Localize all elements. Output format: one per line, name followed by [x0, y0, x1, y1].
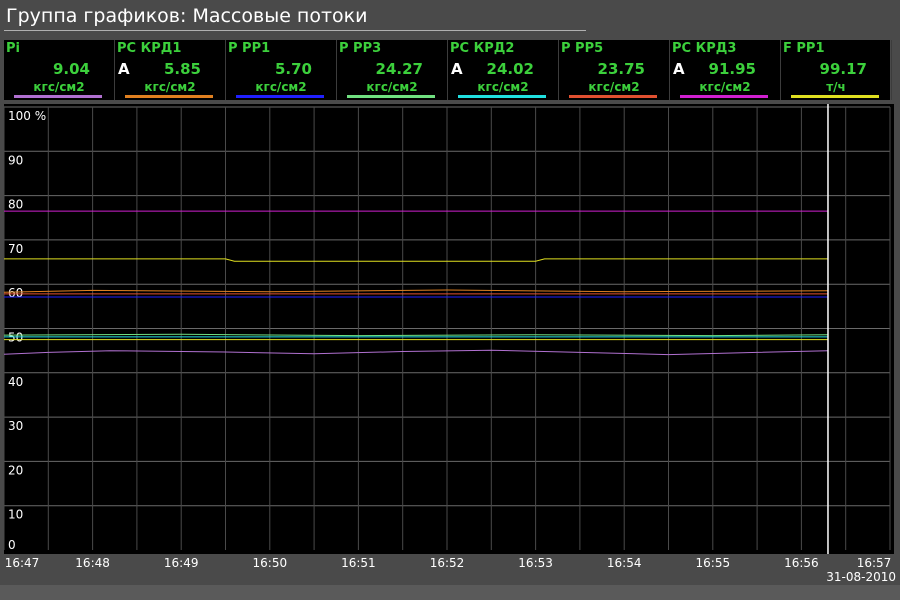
y-tick-label: 30 — [8, 419, 23, 433]
tile-name: F PP1 — [783, 41, 825, 56]
y-tick-label: 80 — [8, 198, 23, 212]
tile-name: P PP5 — [561, 41, 604, 56]
x-tick-label: 16:52 — [429, 556, 465, 570]
tile-color-swatch — [458, 95, 546, 98]
series-line — [4, 349, 829, 356]
date-label: 31-08-2010 — [826, 570, 896, 584]
tile-value: 24.27 — [375, 60, 423, 78]
x-tick-label: 16:47 — [4, 556, 40, 570]
tile-mode: A — [451, 60, 463, 78]
window-title: Группа графиков: Массовые потоки — [6, 5, 368, 27]
tile-name: Pi — [6, 41, 20, 56]
trend-chart[interactable]: 100 % 90 80 70 60 50 40 30 20 10 0 — [4, 104, 894, 554]
tile-unit: кгс/см2 — [255, 80, 307, 94]
tile-mode: A — [118, 60, 130, 78]
tile-color-swatch — [569, 95, 657, 98]
title-underline — [4, 30, 586, 31]
parameter-tile[interactable]: P PP5 23.75 кгс/см2 — [559, 40, 670, 100]
tile-unit: кгс/см2 — [33, 80, 85, 94]
y-tick-label: 70 — [8, 242, 23, 256]
x-tick-label: 16:55 — [695, 556, 731, 570]
series-line — [4, 333, 829, 337]
x-tick-label: 16:54 — [606, 556, 642, 570]
tile-value: 99.17 — [819, 60, 867, 78]
x-tick-label: 16:50 — [252, 556, 288, 570]
tile-name: PC КРД3 — [672, 41, 737, 56]
tile-name: P PP1 — [228, 41, 271, 56]
x-tick-label: 16:48 — [75, 556, 110, 570]
x-tick-label: 16:51 — [341, 556, 376, 570]
footer-bar — [0, 585, 900, 600]
parameter-tile[interactable]: Pi 9.04 кгс/см2 — [4, 40, 115, 100]
x-tick-label: 16:49 — [163, 556, 199, 570]
parameter-tile[interactable]: PC КРД2 A 24.02 кгс/см2 — [448, 40, 559, 100]
title-bar: Группа графиков: Массовые потоки — [0, 0, 900, 32]
series-line — [4, 289, 829, 293]
trend-chart-svg: 100 % 90 80 70 60 50 40 30 20 10 0 — [4, 104, 891, 554]
parameter-tile[interactable]: P PP1 5.70 кгс/см2 — [226, 40, 337, 100]
tile-color-swatch — [680, 95, 768, 98]
parameter-tiles: Pi 9.04 кгс/см2 PC КРД1 A 5.85 кгс/см2 P PP1 5.7… — [4, 40, 892, 100]
y-tick-label: 100 % — [8, 109, 46, 123]
y-tick-label: 60 — [8, 286, 23, 300]
tile-unit: кгс/см2 — [366, 80, 418, 94]
tile-unit: кгс/см2 — [699, 80, 751, 94]
x-tick-label: 16:57 — [856, 556, 892, 570]
tile-value: 5.70 — [274, 60, 312, 78]
tile-name: PC КРД1 — [117, 41, 182, 56]
parameter-tile[interactable]: F PP1 99.17 т/ч — [781, 40, 892, 100]
tile-value: 23.75 — [597, 60, 645, 78]
y-tick-label: 0 — [8, 538, 16, 552]
tile-value: 9.04 — [52, 60, 90, 78]
x-tick-label: 16:56 — [784, 556, 819, 570]
tile-value: 91.95 — [708, 60, 756, 78]
series-line — [4, 258, 828, 262]
tile-color-swatch — [236, 95, 324, 98]
y-tick-label: 90 — [8, 153, 23, 167]
y-tick-label: 20 — [8, 463, 23, 477]
y-tick-label: 40 — [8, 375, 23, 389]
tile-name: PC КРД2 — [450, 41, 515, 56]
tile-mode: A — [673, 60, 685, 78]
tile-unit: кгс/см2 — [477, 80, 529, 94]
tile-color-swatch — [347, 95, 435, 98]
y-tick-label: 50 — [8, 331, 23, 345]
parameter-tile[interactable]: PC КРД1 A 5.85 кгс/см2 — [115, 40, 226, 100]
tile-unit: т/ч — [826, 80, 846, 94]
tile-name: P PP3 — [339, 41, 382, 56]
tile-color-swatch — [125, 95, 213, 98]
x-tick-label: 16:53 — [518, 556, 553, 570]
tile-value: 5.85 — [163, 60, 201, 78]
tile-color-swatch — [14, 95, 102, 98]
parameter-tile[interactable]: PC КРД3 A 91.95 кгс/см2 — [670, 40, 781, 100]
parameter-tile[interactable]: P PP3 24.27 кгс/см2 — [337, 40, 448, 100]
tile-unit: кгс/см2 — [588, 80, 640, 94]
tile-unit: кгс/см2 — [144, 80, 196, 94]
y-tick-label: 10 — [8, 508, 23, 522]
tile-color-swatch — [791, 95, 879, 98]
tile-value: 24.02 — [486, 60, 534, 78]
